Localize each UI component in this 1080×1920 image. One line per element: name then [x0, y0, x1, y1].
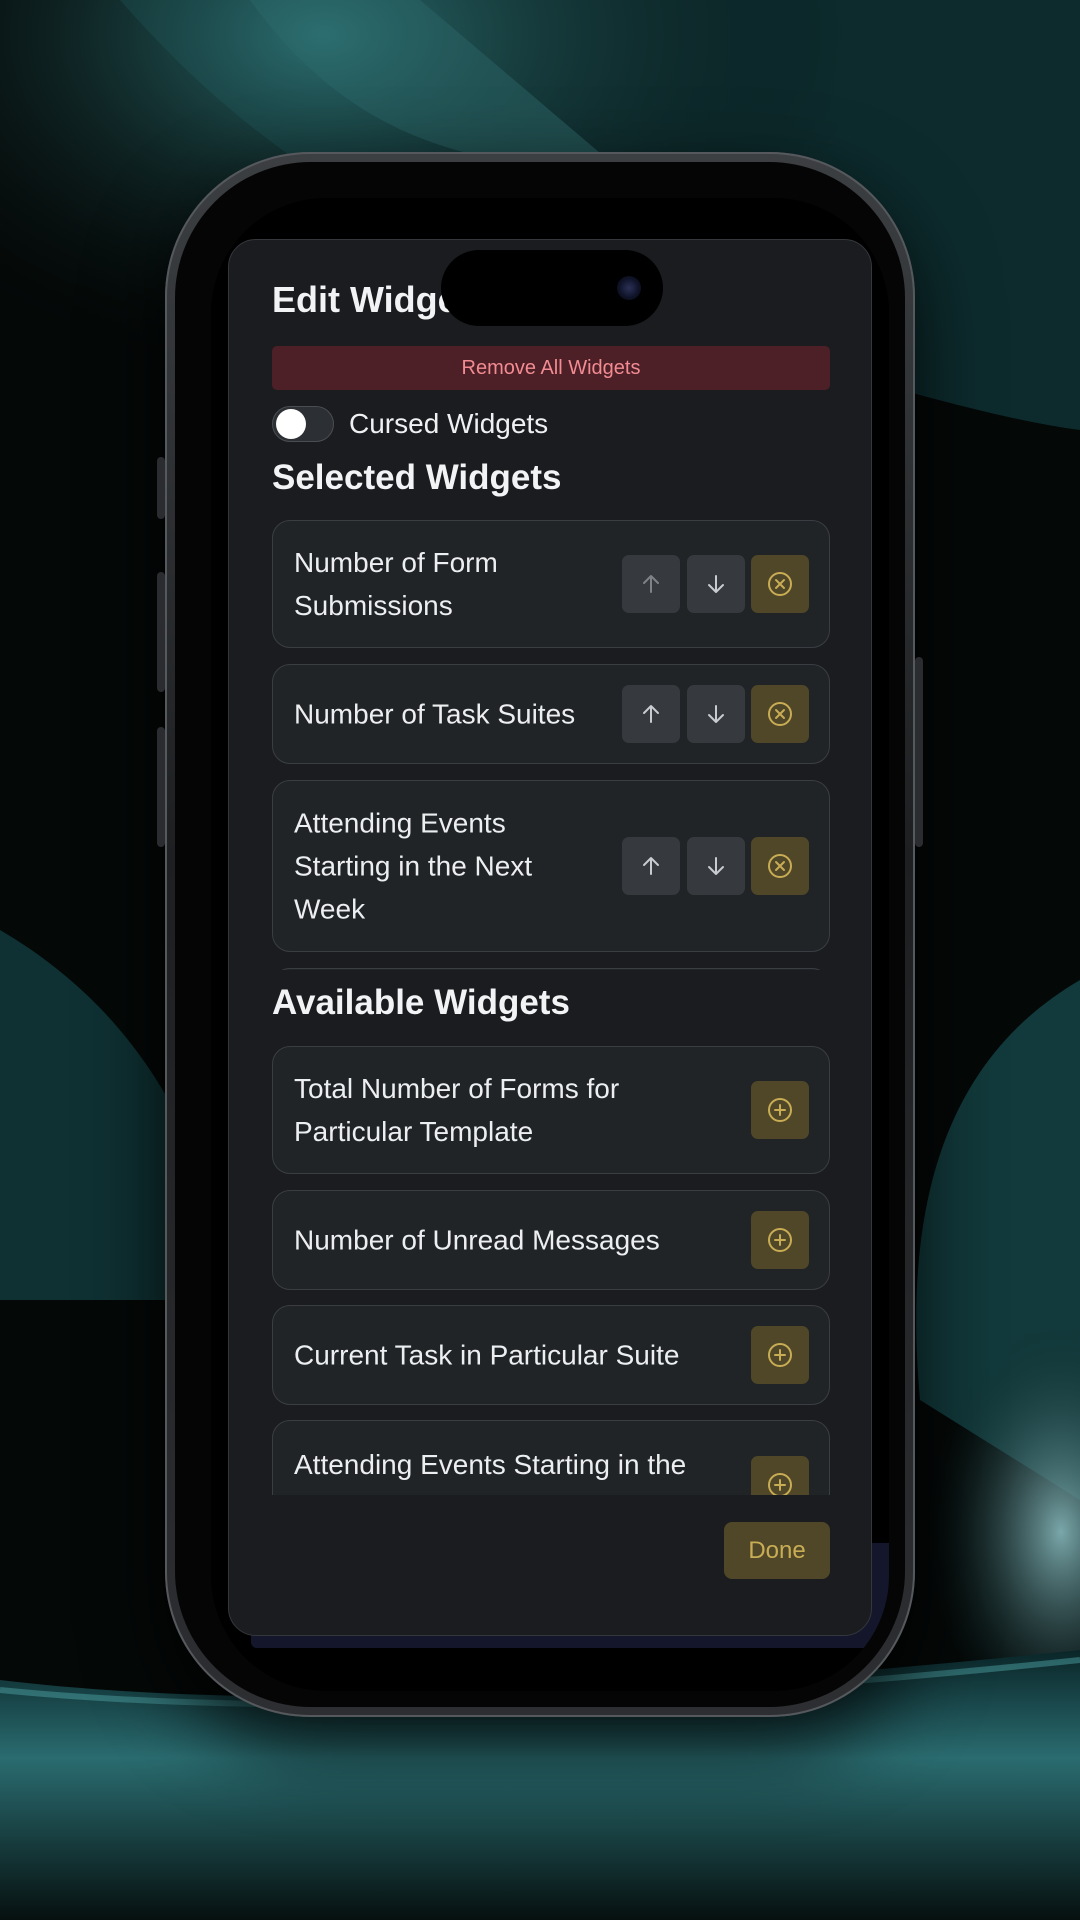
- circle-x-icon: [768, 572, 792, 596]
- move-up-button[interactable]: [622, 555, 680, 613]
- cursed-widgets-toggle[interactable]: [272, 406, 334, 442]
- widget-name: Attending Events Starting in the Next Week: [294, 807, 533, 925]
- arrow-down-icon: [708, 575, 724, 593]
- screen: Edit Widgets Remove All Widgets Cursed W…: [211, 198, 889, 1691]
- edit-widgets-modal: Edit Widgets Remove All Widgets Cursed W…: [228, 239, 872, 1636]
- widget-name: Number of Task Suites: [294, 698, 576, 730]
- remove-widget-button[interactable]: [751, 837, 809, 895]
- done-button[interactable]: Done: [724, 1522, 830, 1579]
- circle-plus-icon: [768, 1473, 792, 1495]
- front-camera-icon: [617, 276, 641, 300]
- move-down-button[interactable]: [687, 555, 745, 613]
- available-widgets-list[interactable]: Total Number of Forms for Particular Temp…: [272, 1046, 830, 1495]
- arrow-down-icon: [708, 705, 724, 723]
- widget-name: Number of Unread Messages: [294, 1224, 660, 1256]
- available-widgets-title: Available Widgets: [272, 983, 570, 1022]
- selected-widget-card-partial: [272, 968, 830, 970]
- circle-x-icon: [768, 854, 792, 878]
- widget-name: Attending Events Starting in the: [294, 1449, 687, 1480]
- power-button: [915, 657, 923, 847]
- volume-up-button: [157, 572, 165, 692]
- available-widget-card: Current Task in Particular Suite: [272, 1305, 830, 1405]
- selected-widget-card: Number of Form Submissions: [272, 520, 830, 648]
- move-up-button[interactable]: [622, 837, 680, 895]
- selected-widgets-title: Selected Widgets: [272, 458, 562, 497]
- circle-x-icon: [768, 702, 792, 726]
- available-widget-card: Total Number of Forms for Particular Temp…: [272, 1046, 830, 1174]
- available-widget-card: Attending Events Starting in the: [272, 1420, 830, 1495]
- add-widget-button[interactable]: [751, 1456, 809, 1495]
- phone-bezel: Edit Widgets Remove All Widgets Cursed W…: [175, 162, 905, 1707]
- remove-all-widgets-button[interactable]: Remove All Widgets: [272, 346, 830, 390]
- volume-down-button: [157, 727, 165, 847]
- dynamic-island: [441, 250, 663, 326]
- phone-frame: Edit Widgets Remove All Widgets Cursed W…: [157, 152, 923, 1717]
- add-widget-button[interactable]: [751, 1211, 809, 1269]
- selected-widgets-list[interactable]: Number of Form Submissions Number of Tas…: [272, 520, 830, 970]
- widget-name: Current Task in Particular Suite: [294, 1339, 680, 1371]
- cursed-widgets-row: Cursed Widgets: [272, 405, 548, 443]
- arrow-up-icon: [643, 857, 659, 875]
- selected-widget-card: Attending Events Starting in the Next Week: [272, 780, 830, 952]
- add-widget-button[interactable]: [751, 1081, 809, 1139]
- circle-plus-icon: [768, 1098, 792, 1122]
- toggle-knob: [276, 409, 306, 439]
- cursed-widgets-label: Cursed Widgets: [349, 408, 549, 439]
- action-button: [157, 457, 165, 519]
- remove-widget-button[interactable]: [751, 555, 809, 613]
- arrow-down-icon: [708, 857, 724, 875]
- selected-widget-card: Number of Task Suites: [272, 664, 830, 764]
- arrow-up-icon: [643, 575, 659, 593]
- move-up-button[interactable]: [622, 685, 680, 743]
- circle-plus-icon: [768, 1228, 792, 1252]
- move-down-button[interactable]: [687, 685, 745, 743]
- move-down-button[interactable]: [687, 837, 745, 895]
- widget-name: Total Number of Forms for Particular Temp…: [294, 1073, 620, 1147]
- circle-plus-icon: [768, 1343, 792, 1367]
- remove-widget-button[interactable]: [751, 685, 809, 743]
- widget-name: Number of Form Submissions: [294, 547, 498, 621]
- add-widget-button[interactable]: [751, 1326, 809, 1384]
- available-widget-card: Number of Unread Messages: [272, 1190, 830, 1290]
- arrow-up-icon: [643, 705, 659, 723]
